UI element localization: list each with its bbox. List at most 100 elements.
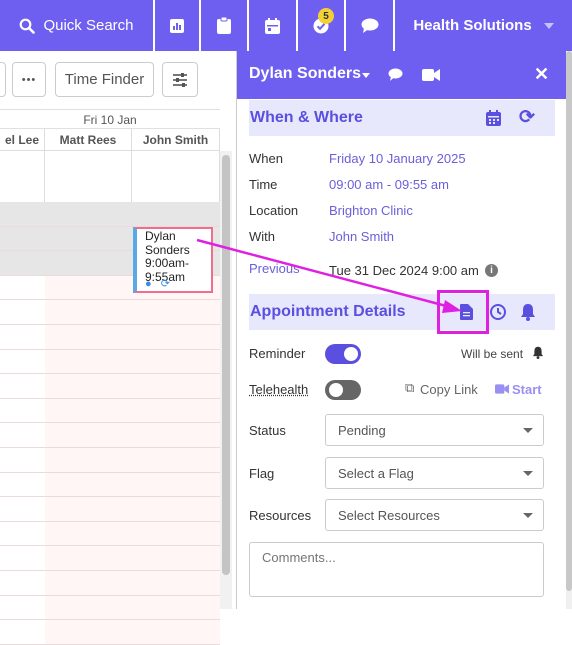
resources-select[interactable]: Select Resources [325, 499, 544, 531]
time-slot-row[interactable] [0, 497, 220, 522]
panel-header: Dylan Sonders ✕ [237, 51, 567, 99]
previous-label[interactable]: Previous [249, 261, 300, 276]
column-header: John Smith [132, 129, 220, 151]
time-slot-row[interactable] [0, 546, 220, 571]
column-header: Matt Rees [45, 129, 132, 151]
caret-down-icon[interactable] [362, 73, 370, 78]
clipboard-icon [217, 17, 231, 34]
time-slot-row[interactable] [0, 473, 220, 498]
resources-placeholder: Select Resources [338, 508, 440, 523]
account-label: Health Solutions [413, 17, 531, 34]
location-value[interactable]: Brighton Clinic [329, 203, 413, 218]
appointment-block[interactable]: Dylan Sonders 9:00am- 9:55am ● ⟳ [133, 227, 213, 293]
appointment-line: Dylan [145, 230, 211, 244]
reminder-toggle[interactable] [325, 344, 361, 364]
tasks-button[interactable] [298, 0, 344, 51]
section-title: When & Where [250, 109, 363, 127]
search-icon [19, 18, 35, 34]
quick-search-button[interactable]: Quick Search [0, 0, 153, 51]
chat-button[interactable] [346, 0, 393, 51]
time-slot-row[interactable] [0, 399, 220, 424]
time-value[interactable]: 09:00 am - 09:55 am [329, 177, 449, 192]
bell-icon [532, 346, 544, 359]
toolbar-button-partial[interactable] [0, 62, 6, 97]
more-options-button[interactable]: ••• [12, 62, 46, 97]
time-slot-row[interactable] [0, 571, 220, 596]
sliders-icon [172, 73, 188, 87]
reminder-label: Reminder [249, 346, 305, 361]
close-icon[interactable]: ✕ [534, 64, 549, 85]
time-slot-row[interactable] [0, 350, 220, 375]
appointment-icons: ● ⟳ [145, 278, 170, 292]
person-icon: ● [145, 278, 152, 290]
tasks-count-badge: 5 [318, 8, 334, 24]
time-slot-row[interactable] [0, 423, 220, 448]
history-icon[interactable] [489, 303, 507, 321]
info-icon[interactable]: i [485, 264, 498, 277]
section-title: Appointment Details [250, 303, 406, 321]
toggle-knob [329, 383, 343, 397]
location-label: Location [249, 203, 298, 218]
status-value: Pending [338, 423, 386, 438]
patient-name[interactable]: Dylan Sonders [249, 65, 361, 83]
account-menu[interactable]: Health Solutions [395, 0, 572, 51]
telehealth-label[interactable]: Telehealth [249, 382, 308, 397]
quick-search-label: Quick Search [43, 17, 133, 34]
time-slot-row[interactable] [0, 202, 220, 227]
calendar-scrollbar[interactable] [220, 151, 232, 609]
with-value[interactable]: John Smith [329, 229, 394, 244]
appointment-line: Sonders [145, 244, 211, 258]
time-slot-row[interactable] [0, 325, 220, 350]
toggle-knob [344, 347, 358, 361]
chat-icon [361, 18, 379, 33]
recurring-icon: ⟳ [161, 278, 170, 290]
clipboard-button[interactable] [201, 0, 247, 51]
with-label: With [249, 229, 275, 244]
time-slot-row[interactable] [0, 596, 220, 621]
refresh-icon[interactable]: ⟳ [519, 106, 535, 129]
column-header: el Lee [0, 129, 45, 151]
calendar-icon[interactable] [486, 110, 501, 126]
resources-label: Resources [249, 508, 311, 523]
when-value[interactable]: Friday 10 January 2025 [329, 151, 466, 166]
flag-select[interactable]: Select a Flag [325, 457, 544, 489]
day-header: Fri 10 Jan [0, 109, 220, 129]
comments-field[interactable] [249, 542, 544, 597]
flag-label: Flag [249, 466, 274, 481]
time-finder-label: Time Finder [65, 71, 144, 88]
time-slot-row[interactable] [0, 300, 220, 325]
will-be-sent-text: Will be sent [461, 347, 523, 361]
time-slot-row[interactable] [0, 620, 220, 645]
telehealth-toggle[interactable] [325, 380, 361, 400]
flag-placeholder: Select a Flag [338, 466, 414, 481]
time-label: Time [249, 177, 277, 192]
time-slot-row[interactable] [0, 522, 220, 547]
chart-icon [169, 18, 185, 34]
when-label: When [249, 151, 283, 166]
status-select[interactable]: Pending [325, 414, 544, 446]
filter-settings-button[interactable] [162, 62, 198, 97]
bell-icon[interactable] [520, 303, 536, 321]
chevron-down-icon [523, 428, 533, 433]
video-camera-icon[interactable] [495, 384, 509, 394]
top-navigation-bar: Quick Search 5 Health Solutions [0, 0, 572, 51]
ellipsis-icon: ••• [22, 74, 37, 86]
start-button[interactable]: Start [512, 382, 542, 397]
chat-icon[interactable] [388, 68, 403, 81]
video-camera-icon[interactable] [422, 69, 440, 81]
reports-button[interactable] [155, 0, 199, 51]
chevron-down-icon [523, 471, 533, 476]
time-finder-button[interactable]: Time Finder [55, 62, 154, 97]
previous-value: Tue 31 Dec 2024 9:00 am [329, 263, 479, 278]
scrollbar-thumb[interactable] [222, 155, 230, 575]
copy-link-button[interactable]: Copy Link [420, 382, 478, 397]
calendar-view: ••• Time Finder Fri 10 Jan el Lee Matt R… [0, 51, 236, 609]
calendar-button[interactable] [249, 0, 296, 51]
appointment-details-header: Appointment Details [249, 294, 555, 330]
scrollbar-thumb[interactable] [566, 51, 572, 591]
panel-scrollbar[interactable] [566, 51, 572, 609]
time-slot-row[interactable] [0, 448, 220, 473]
appointment-panel: Dylan Sonders ✕ When & Where ⟳ When Frid… [236, 51, 566, 609]
time-slot-row[interactable] [0, 374, 220, 399]
copy-icon[interactable]: ⧉ [405, 380, 414, 396]
